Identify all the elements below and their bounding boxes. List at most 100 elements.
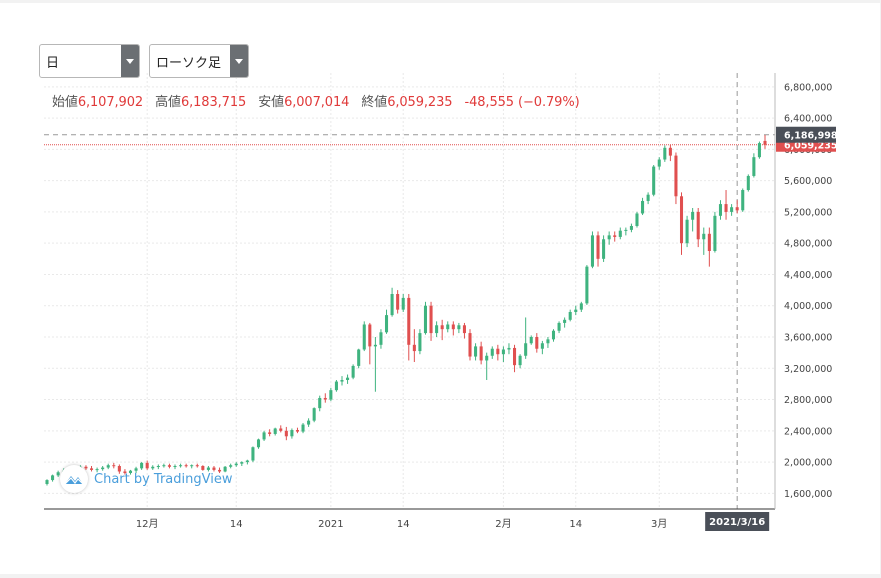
candle-body	[535, 337, 539, 349]
period-select[interactable]: 日	[39, 44, 140, 78]
candle-up	[251, 446, 255, 463]
candle-body	[730, 207, 734, 212]
candle-body	[457, 325, 461, 330]
y-tick-label: 2,000,000	[784, 458, 832, 469]
candle-up	[329, 387, 333, 402]
candle-up	[646, 192, 650, 205]
x-tick-label: 12月	[136, 518, 159, 530]
candle-up	[518, 354, 522, 369]
chart-panel: 1,600,000 2,000,000 2,400,000 2,800,000 3,20…	[0, 3, 880, 574]
candle-body	[379, 332, 383, 345]
y-tick-label: 5,200,000	[784, 207, 832, 218]
candle-body	[251, 447, 255, 461]
candle-body	[624, 229, 628, 231]
candle-up	[346, 374, 350, 384]
candle-up	[301, 423, 305, 434]
candle-up	[585, 265, 589, 305]
candle-body	[323, 397, 327, 400]
candle-up	[563, 317, 567, 328]
candle-down	[724, 190, 728, 220]
x-tick-label: 2月	[495, 518, 511, 530]
candle-up	[401, 294, 405, 312]
candle-up	[752, 153, 756, 178]
candle-up	[524, 317, 528, 359]
candle-body	[346, 377, 350, 380]
candle-up	[373, 337, 377, 392]
candle-down	[696, 208, 700, 248]
chevron-down-icon	[230, 45, 248, 77]
candle-up	[362, 321, 366, 352]
candle-up	[390, 287, 394, 317]
tradingview-watermark[interactable]: Chart by TradingView	[60, 465, 232, 493]
candle-up	[474, 343, 478, 361]
watermark-text: Chart by TradingView	[94, 471, 233, 487]
candle-up	[357, 348, 361, 369]
candle-body	[284, 430, 288, 437]
candle-up	[730, 204, 734, 216]
candle-body	[529, 337, 533, 344]
low-value: 6,007,014	[284, 95, 350, 110]
candle-body	[557, 322, 561, 331]
candle-body	[551, 330, 556, 340]
candle-up	[485, 352, 489, 380]
y-tick-label: 3,600,000	[784, 333, 832, 344]
y-tick-label: 6,400,000	[784, 114, 832, 125]
grid-lines	[44, 73, 775, 509]
candle-up	[318, 395, 322, 412]
candle-body	[718, 204, 723, 216]
candle-body	[691, 211, 695, 220]
candle-up	[657, 157, 661, 170]
candle-down	[284, 426, 288, 441]
price-tags: 6,059,2356,186,9982021/3/16	[705, 126, 838, 531]
candle-body	[362, 324, 366, 350]
close-label: 終値	[361, 95, 388, 110]
candle-body	[668, 147, 672, 156]
candle-down	[668, 144, 672, 162]
candle-up	[273, 427, 277, 436]
candle-up	[307, 418, 311, 427]
candle-body	[663, 147, 667, 160]
candle-up	[618, 227, 622, 240]
candle-up	[579, 301, 583, 312]
candles	[45, 134, 767, 486]
candle-up	[590, 231, 594, 269]
candle-body	[368, 324, 372, 347]
candle-body	[234, 463, 238, 466]
y-tick-label: 2,400,000	[784, 426, 832, 437]
axes: 1,600,000 2,000,000 2,400,000 2,800,000 3,20…	[44, 73, 832, 530]
candle-body	[435, 325, 439, 334]
open-label: 始値	[52, 95, 78, 110]
candle-body	[641, 200, 645, 214]
candle-body	[268, 432, 272, 434]
candle-up	[568, 309, 572, 322]
candle-up	[51, 474, 55, 482]
tradingview-logo-icon	[60, 465, 88, 493]
candle-up	[351, 364, 355, 380]
candle-body	[746, 175, 750, 191]
candle-body	[568, 311, 572, 320]
candle-body	[451, 324, 455, 330]
high-value: 6,183,715	[180, 95, 247, 110]
candle-body	[596, 235, 600, 259]
candle-down	[396, 290, 400, 314]
y-tick-label: 4,800,000	[784, 239, 832, 250]
candle-body	[485, 355, 489, 361]
candle-body	[418, 333, 422, 352]
candle-body	[462, 325, 466, 334]
candle-body	[390, 294, 394, 316]
candle-body	[479, 346, 483, 361]
candle-up	[757, 141, 761, 159]
candle-body	[602, 239, 606, 259]
candle-up	[234, 462, 238, 467]
candle-down	[674, 152, 678, 205]
y-tick-label: 1,600,000	[784, 489, 832, 500]
candle-body	[290, 430, 294, 437]
candle-body	[524, 343, 528, 356]
candle-body	[735, 207, 739, 211]
candle-up	[557, 321, 561, 334]
candle-body	[585, 266, 589, 304]
candle-body	[412, 344, 416, 352]
chart-type-select[interactable]: ローソク足	[149, 44, 249, 78]
candle-body	[334, 381, 338, 391]
y-tick-label: 3,200,000	[784, 364, 832, 375]
